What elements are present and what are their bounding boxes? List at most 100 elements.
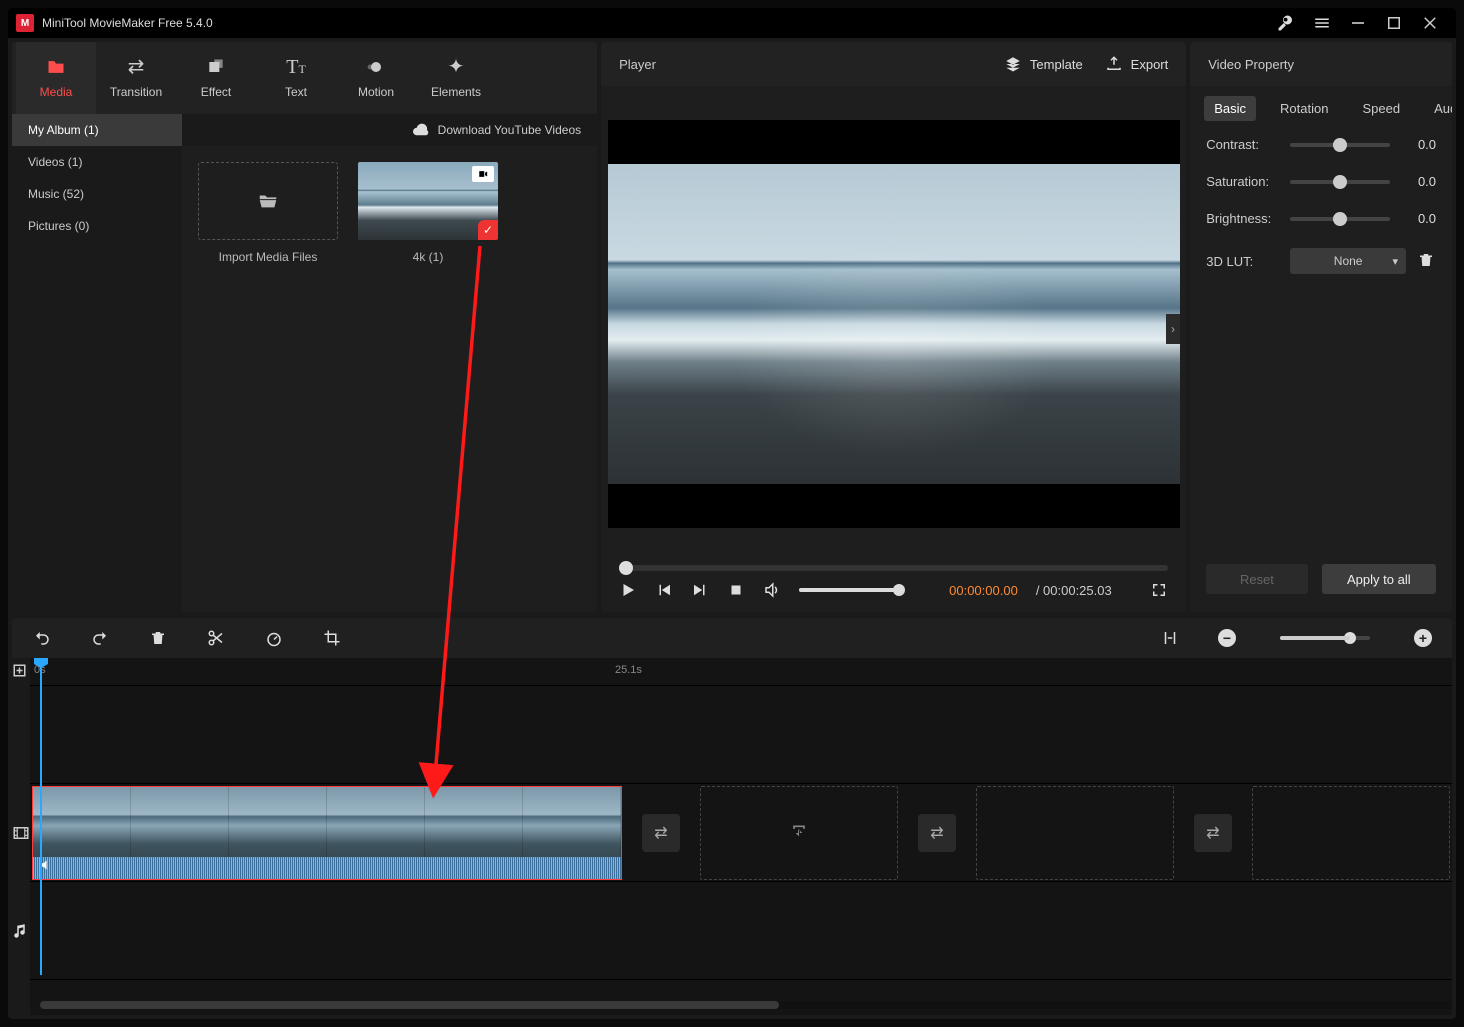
- saturation-slider[interactable]: [1290, 180, 1390, 184]
- video-badge-icon: [472, 166, 494, 182]
- tab-transition-label: Transition: [110, 85, 162, 99]
- app-title: MiniTool MovieMaker Free 5.4.0: [42, 16, 213, 30]
- brightness-label: Brightness:: [1206, 211, 1280, 226]
- tab-media[interactable]: Media: [16, 42, 96, 114]
- audio-track-header[interactable]: [12, 882, 30, 980]
- tab-elements[interactable]: ✦ Elements: [416, 42, 496, 114]
- volume-icon[interactable]: [763, 581, 781, 599]
- tab-motion[interactable]: Motion: [336, 42, 416, 114]
- sidebar-item-pictures[interactable]: Pictures (0): [12, 210, 182, 242]
- tab-effect-label: Effect: [201, 85, 231, 99]
- sidebar-item-music[interactable]: Music (52): [12, 178, 182, 210]
- prev-frame-button[interactable]: [655, 581, 673, 599]
- transition-slot[interactable]: ⇄: [1194, 814, 1232, 852]
- check-badge-icon: ✓: [478, 220, 498, 240]
- lut-delete-button[interactable]: [1416, 251, 1436, 272]
- minimize-button[interactable]: [1340, 8, 1376, 38]
- text-icon: TT: [285, 57, 307, 77]
- tool-tabs: Media ⇄ Transition Effect TT Text Motion: [12, 42, 597, 114]
- tab-transition[interactable]: ⇄ Transition: [96, 42, 176, 114]
- contrast-slider[interactable]: [1290, 143, 1390, 147]
- overlay-track[interactable]: [30, 686, 1452, 784]
- crop-button[interactable]: [322, 628, 342, 648]
- prop-tab-audio[interactable]: Audio: [1424, 96, 1452, 121]
- reset-button[interactable]: Reset: [1206, 564, 1307, 594]
- app-logo-icon: M: [16, 14, 34, 32]
- sidebar-item-album[interactable]: My Album (1): [12, 114, 182, 146]
- chevron-down-icon: ▾: [1392, 255, 1398, 268]
- drop-slot[interactable]: [976, 786, 1174, 880]
- add-track-button[interactable]: [12, 658, 30, 686]
- download-youtube-link[interactable]: Download YouTube Videos: [438, 123, 581, 137]
- tab-effect[interactable]: Effect: [176, 42, 256, 114]
- scrub-knob[interactable]: [619, 561, 633, 575]
- drop-slot[interactable]: [1252, 786, 1450, 880]
- contrast-label: Contrast:: [1206, 137, 1280, 152]
- property-panel-title: Video Property: [1208, 57, 1294, 72]
- fullscreen-button[interactable]: [1150, 581, 1168, 599]
- zoom-out-button[interactable]: −: [1218, 629, 1236, 647]
- split-button[interactable]: [206, 628, 226, 648]
- lut-select[interactable]: None ▾: [1290, 248, 1406, 274]
- hamburger-menu-icon[interactable]: [1304, 8, 1340, 38]
- fit-button[interactable]: [1160, 628, 1180, 648]
- template-button[interactable]: Template: [1004, 55, 1083, 73]
- timeline-clip[interactable]: [32, 786, 622, 880]
- trash-icon: [1417, 251, 1435, 269]
- ruler-mark-1: 25.1s: [615, 664, 642, 676]
- zoom-in-button[interactable]: +: [1414, 629, 1432, 647]
- media-clip-tile[interactable]: ✓ 4k (1): [358, 162, 498, 264]
- export-button[interactable]: Export: [1105, 55, 1169, 73]
- timeline: 0s 25.1s ⇄ ⇄ ⇄ ⇄: [12, 658, 1452, 1015]
- zoom-slider[interactable]: [1280, 636, 1370, 640]
- brightness-slider[interactable]: [1290, 217, 1390, 221]
- transition-slot[interactable]: ⇄: [918, 814, 956, 852]
- drop-slot[interactable]: [700, 786, 898, 880]
- stop-button[interactable]: [727, 581, 745, 599]
- transition-slot[interactable]: ⇄: [642, 814, 680, 852]
- collapse-properties-button[interactable]: ›: [1166, 314, 1180, 344]
- player-stage: [608, 120, 1180, 528]
- delete-button[interactable]: [148, 628, 168, 648]
- playhead[interactable]: [40, 658, 42, 975]
- tab-text[interactable]: TT Text: [256, 42, 336, 114]
- apply-all-button[interactable]: Apply to all: [1322, 564, 1436, 594]
- export-icon: [1105, 55, 1123, 73]
- clip-thumbnail: ✓: [358, 162, 498, 240]
- cloud-download-icon: [412, 121, 430, 139]
- volume-slider[interactable]: [799, 588, 899, 592]
- tab-text-label: Text: [285, 85, 307, 99]
- redo-button[interactable]: [90, 628, 110, 648]
- speed-button[interactable]: [264, 628, 284, 648]
- timeline-h-scrollbar[interactable]: [40, 1001, 1452, 1009]
- layers-icon: [1004, 55, 1022, 73]
- video-track[interactable]: ⇄ ⇄ ⇄ ⇄: [30, 784, 1452, 882]
- preview-frame: [608, 164, 1180, 484]
- folder-icon: [45, 57, 67, 77]
- activate-key-icon[interactable]: [1268, 8, 1304, 38]
- prop-tab-rotation[interactable]: Rotation: [1270, 96, 1338, 121]
- clip-waveform: [33, 857, 621, 879]
- player-panel: Player Template Export: [601, 42, 1186, 612]
- download-arrow-icon: [789, 823, 809, 843]
- scrub-bar[interactable]: [619, 565, 1168, 571]
- contrast-value: 0.0: [1400, 137, 1436, 152]
- current-time: 00:00:00.00: [949, 583, 1018, 598]
- audio-track[interactable]: [30, 882, 1452, 980]
- timeline-toolbar: − +: [12, 618, 1452, 658]
- prop-tab-speed[interactable]: Speed: [1352, 96, 1410, 121]
- timeline-ruler[interactable]: 0s 25.1s: [30, 658, 1452, 686]
- maximize-button[interactable]: [1376, 8, 1412, 38]
- saturation-value: 0.0: [1400, 174, 1436, 189]
- close-button[interactable]: [1412, 8, 1448, 38]
- sidebar-item-videos[interactable]: Videos (1): [12, 146, 182, 178]
- tab-media-label: Media: [40, 85, 73, 99]
- video-track-header[interactable]: [12, 784, 30, 882]
- brightness-value: 0.0: [1400, 211, 1436, 226]
- import-media-tile[interactable]: Import Media Files: [198, 162, 338, 264]
- play-button[interactable]: [619, 581, 637, 599]
- prop-tab-basic[interactable]: Basic: [1204, 96, 1256, 121]
- undo-button[interactable]: [32, 628, 52, 648]
- timeline-h-scroll-thumb[interactable]: [40, 1001, 779, 1009]
- next-frame-button[interactable]: [691, 581, 709, 599]
